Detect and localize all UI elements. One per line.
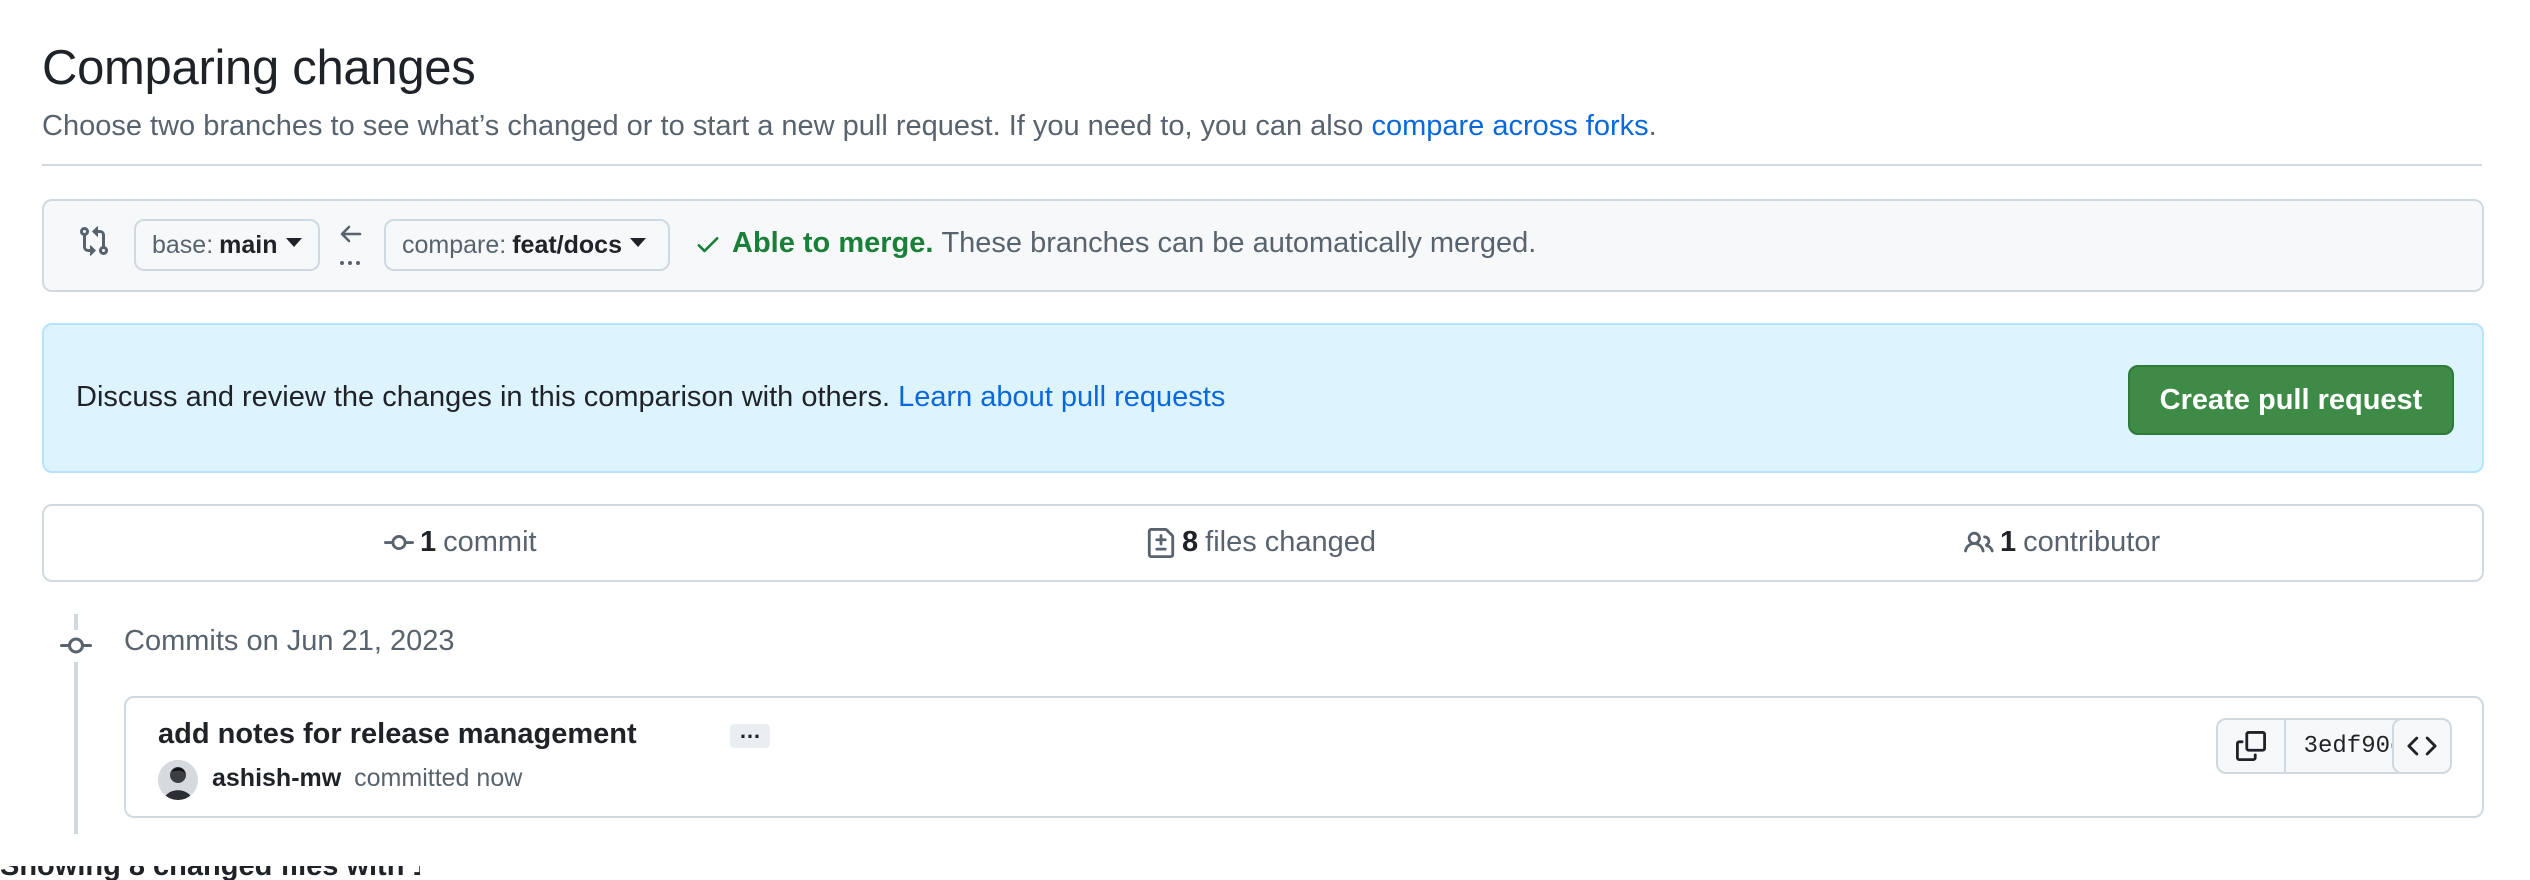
arrow-left-icon <box>340 225 362 265</box>
page-subtitle: Choose two branches to see what’s change… <box>42 110 1657 143</box>
contributors-tab[interactable]: 1 contributor <box>1964 526 2160 559</box>
code-icon <box>2407 736 2437 756</box>
subtitle-end: . <box>1648 110 1657 142</box>
merge-status: Able to merge. These branches can be aut… <box>694 227 1536 260</box>
files-changed-tab[interactable]: 8 files changed <box>1146 526 1376 559</box>
git-compare-icon <box>80 226 109 256</box>
compare-label: compare: <box>402 230 507 259</box>
header-divider <box>42 164 2482 166</box>
copy-icon <box>2236 731 2266 761</box>
check-icon <box>697 236 719 252</box>
browse-repository-button[interactable] <box>2392 718 2452 774</box>
commits-count: 1 <box>420 526 437 558</box>
merge-status-text: These branches can be automatically merg… <box>941 227 1537 259</box>
file-diff-icon <box>1147 527 1175 558</box>
expand-message-button[interactable]: … <box>730 720 770 748</box>
base-label: base: <box>152 230 214 259</box>
banner-text: Discuss and review the changes in this c… <box>76 381 1225 414</box>
commits-label: commit <box>443 526 537 558</box>
page-title: Comparing changes <box>42 41 476 95</box>
merge-status-strong: Able to merge. <box>732 227 934 259</box>
diff-summary-cutoff: Showing 8 changed files with 12 addition… <box>0 866 420 880</box>
git-commit-icon <box>60 630 92 662</box>
compare-branch-select[interactable]: compare: feat/docs <box>384 219 670 271</box>
create-pr-banner: Discuss and review the changes in this c… <box>42 323 2484 473</box>
comparison-stats: 1 commit 8 files changed 1 contributor <box>42 504 2484 582</box>
banner-message: Discuss and review the changes in this c… <box>76 381 890 413</box>
commits-date-heading: Commits on Jun 21, 2023 <box>124 625 455 657</box>
diff-summary-text: Showing 8 changed files with 12 addition… <box>0 866 420 880</box>
learn-about-pull-requests-link[interactable]: Learn about pull requests <box>898 381 1225 413</box>
copy-sha-button[interactable] <box>2216 718 2285 774</box>
caret-down-icon <box>285 237 302 247</box>
files-count: 8 <box>1182 526 1199 558</box>
branch-range-editor: base: main compare: feat/docs Able to me… <box>42 199 2484 292</box>
compare-across-forks-link[interactable]: compare across forks <box>1371 110 1648 142</box>
commit-item: add notes for release management … ashis… <box>124 696 2484 818</box>
compare-branch-name: feat/docs <box>512 230 622 259</box>
contributors-label: contributor <box>2023 526 2161 558</box>
commit-meta: committed now <box>354 764 523 792</box>
base-branch-select[interactable]: base: main <box>134 219 320 271</box>
contributors-count: 1 <box>2000 526 2017 558</box>
create-pull-request-button[interactable]: Create pull request <box>2128 365 2454 435</box>
commit-author-link[interactable]: ashish-mw <box>212 764 341 792</box>
commits-tab[interactable]: 1 commit <box>384 526 537 559</box>
git-commit-icon <box>384 534 414 550</box>
caret-down-icon <box>629 237 646 247</box>
commit-message-link[interactable]: add notes for release management <box>158 718 637 751</box>
people-icon <box>1964 531 1994 552</box>
subtitle-text: Choose two branches to see what’s change… <box>42 110 1364 142</box>
avatar[interactable] <box>158 760 198 800</box>
commit-author-line: ashish-mw committed now <box>212 764 522 793</box>
base-branch-name: main <box>219 230 278 259</box>
files-label: files changed <box>1205 526 1377 558</box>
compare-page: { "header": { "title": "Comparing change… <box>0 0 2530 880</box>
